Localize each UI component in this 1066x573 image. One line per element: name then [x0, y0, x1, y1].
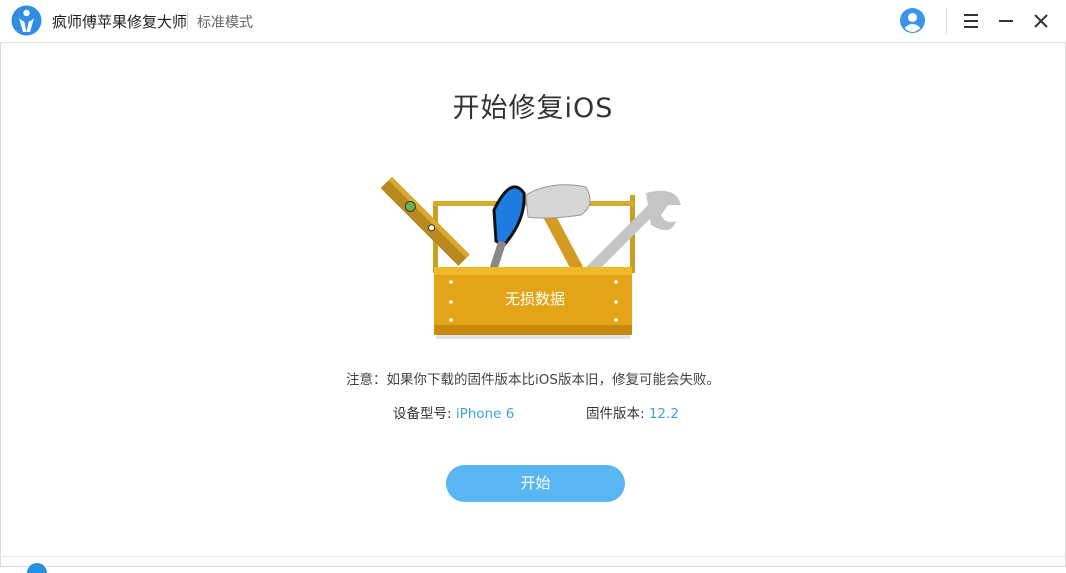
firmware-warning-note: 注意：如果你下载的固件版本比iOS版本旧，修复可能会失败。	[346, 372, 720, 388]
app-logo-icon	[11, 5, 42, 36]
firmware-version-value: 12.2	[648, 406, 679, 422]
device-model-info: 设备型号: iPhone 6	[393, 402, 514, 422]
close-icon[interactable]	[1029, 9, 1053, 33]
no-data-loss-label: 无损数据	[504, 290, 565, 308]
mode-label: 标准模式	[197, 15, 253, 31]
bottom-bar	[0, 556, 1066, 568]
toolbox-icon	[380, 176, 681, 339]
firmware-version-label: 固件版本:	[586, 406, 649, 422]
controls-separator	[946, 8, 947, 34]
page-title: 开始修复iOS	[452, 93, 614, 124]
title-separator	[187, 11, 188, 31]
hamburger-menu-icon[interactable]	[959, 9, 983, 33]
firmware-version-info: 固件版本: 12.2	[586, 402, 679, 422]
title-bar: 疯师傅苹果修复大师 标准模式	[0, 0, 1066, 43]
user-avatar-icon[interactable]	[899, 7, 926, 34]
minimize-icon[interactable]	[994, 9, 1018, 33]
device-model-label: 设备型号:	[393, 406, 456, 422]
app-name: 疯师傅苹果修复大师	[52, 13, 188, 31]
device-model-value: iPhone 6	[455, 406, 515, 422]
start-button[interactable]: 开始	[446, 465, 625, 502]
